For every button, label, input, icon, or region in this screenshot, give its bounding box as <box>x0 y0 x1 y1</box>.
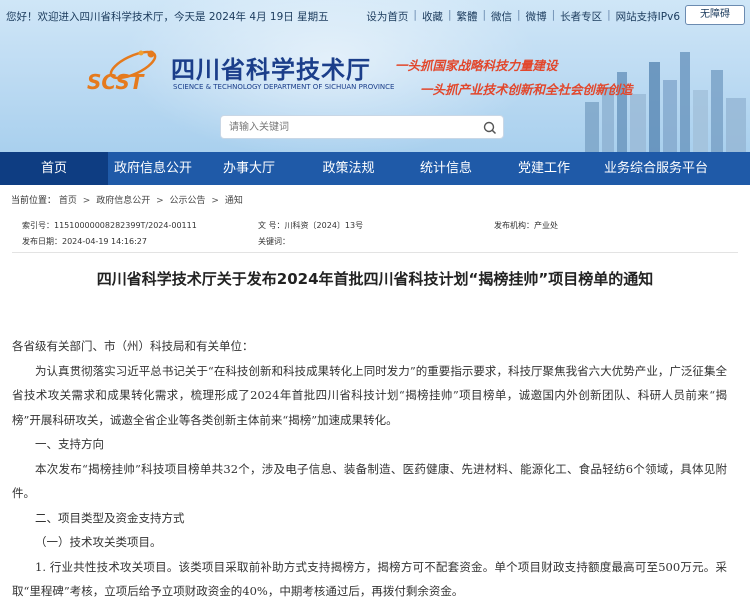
index-number-value: 11510000008282399T/2024-00111 <box>54 221 197 230</box>
set-homepage-link[interactable]: 设为首页 <box>366 9 408 24</box>
link-separator: | <box>447 9 452 21</box>
logo-abbreviation: SCST <box>87 70 145 94</box>
main-navigation: 首页 政府信息公开 办事大厅 政策法规 统计信息 党建工作 业务综合服务平台 <box>0 152 750 185</box>
breadcrumb-gov-info[interactable]: 政府信息公开 <box>96 196 150 206</box>
breadcrumb-label: 当前位置： <box>11 196 57 206</box>
document-number-label: 文 号： <box>258 221 285 230</box>
issuing-agency-label: 发布机构： <box>494 221 534 230</box>
breadcrumb-announcements[interactable]: 公示公告 <box>170 196 206 206</box>
traditional-chinese-link[interactable]: 繁體 <box>456 9 477 24</box>
nav-item-service-hall[interactable]: 办事大厅 <box>198 152 300 185</box>
nav-item-gov-info[interactable]: 政府信息公开 <box>108 152 198 185</box>
nav-item-party-building[interactable]: 党建工作 <box>495 152 593 185</box>
index-number: 索引号：11510000008282399T/2024-00111 <box>22 220 197 231</box>
publish-date: 发布日期：2024-04-19 14:16:27 <box>22 236 147 247</box>
link-separator: | <box>551 9 556 21</box>
elderly-zone-link[interactable]: 长者专区 <box>560 9 602 24</box>
link-separator: | <box>607 9 611 21</box>
breadcrumb-home[interactable]: 首页 <box>59 196 77 206</box>
document-metadata: 索引号：11510000008282399T/2024-00111 文 号：川科… <box>12 214 738 254</box>
top-bar: 您好！欢迎进入四川省科学技术厅，今天是 2024年 4月 19日 星期五 设为首… <box>0 0 750 30</box>
welcome-text: 您好！欢迎进入四川省科学技术厅，今天是 2024年 4月 19日 星期五 <box>6 11 329 23</box>
bookmark-link[interactable]: 收藏 <box>422 9 443 24</box>
search-box <box>220 115 504 139</box>
nav-item-service-platform[interactable]: 业务综合服务平台 <box>593 152 719 185</box>
breadcrumb-separator: > <box>211 196 219 206</box>
paragraph: 1. 行业共性技术攻关项目。该类项目采取前补助方式支持揭榜方，揭榜方可不配套资金… <box>12 559 727 599</box>
issuing-agency: 发布机构：产业处 <box>494 220 558 231</box>
keywords: 关键词： <box>258 236 290 247</box>
search-input[interactable] <box>229 119 469 135</box>
publish-date-label: 发布日期： <box>22 237 62 246</box>
breadcrumb-separator: > <box>156 196 164 206</box>
weibo-link[interactable]: 微博 <box>526 9 547 24</box>
ipv6-support-link[interactable]: 网站支持IPv6 <box>616 9 680 24</box>
paragraph: 为认真贯彻落实习近平总书记关于“在科技创新和科技成果转化上同时发力”的重要指示要… <box>12 363 727 427</box>
site-logo[interactable]: SCST 四川省科学技术厅 SCIENCE & TECHNOLOGY DEPAR… <box>85 45 394 101</box>
salutation: 各省级有关部门、市（州）科技局和有关单位： <box>12 339 254 353</box>
publish-date-value: 2024-04-19 14:16:27 <box>62 237 147 246</box>
article-body: 各省级有关部门、市（州）科技局和有关单位： 为认真贯彻落实习近平总书记关于“在科… <box>12 334 727 604</box>
section-heading: 二、项目类型及资金支持方式 <box>35 510 185 525</box>
slogan-line-2: 一头抓产业技术创新和全社会创新创造 <box>420 82 633 97</box>
paragraph: 本次发布“揭榜挂帅”科技项目榜单共32个，涉及电子信息、装备制造、医药健康、先进… <box>12 461 727 501</box>
document-number: 文 号：川科资〔2024〕13号 <box>258 220 363 231</box>
link-separator: | <box>413 9 417 21</box>
search-icon[interactable] <box>481 119 499 137</box>
department-name: 四川省科学技术厅 <box>171 55 371 84</box>
link-separator: | <box>482 9 487 21</box>
wechat-link[interactable]: 微信 <box>491 9 512 24</box>
accessibility-button[interactable]: 无障碍 <box>685 5 745 25</box>
scst-emblem-icon: SCST <box>87 50 157 94</box>
breadcrumb: 当前位置： 首页 > 政府信息公开 > 公示公告 > 通知 <box>11 193 243 206</box>
slogan-line-1: 一头抓国家战略科技力量建设 <box>395 58 558 73</box>
article-title: 四川省科学技术厅关于发布2024年首批四川省科技计划“揭榜挂帅”项目榜单的通知 <box>96 270 654 288</box>
keywords-label: 关键词： <box>258 237 290 246</box>
link-separator: | <box>517 9 521 21</box>
index-number-label: 索引号： <box>22 221 54 230</box>
department-english-name: SCIENCE & TECHNOLOGY DEPARTMENT OF SICHU… <box>173 83 395 91</box>
nav-item-home[interactable]: 首页 <box>0 152 108 185</box>
top-links: 设为首页 | 收藏 | 繁體 | 微信 | 微博 | 长者专区 | 网站支持IP… <box>366 9 680 24</box>
subsection-heading: （一）技术攻关类项目。 <box>35 535 162 549</box>
nav-item-statistics[interactable]: 统计信息 <box>397 152 495 185</box>
issuing-agency-value: 产业处 <box>534 221 558 230</box>
document-number-value: 川科资〔2024〕13号 <box>284 221 364 230</box>
breadcrumb-notice[interactable]: 通知 <box>225 196 243 206</box>
nav-item-policies[interactable]: 政策法规 <box>300 152 397 185</box>
metadata-divider <box>12 252 738 253</box>
site-header: 您好！欢迎进入四川省科学技术厅，今天是 2024年 4月 19日 星期五 设为首… <box>0 0 750 152</box>
breadcrumb-separator: > <box>82 196 91 206</box>
section-heading: 一、支持方向 <box>35 437 104 451</box>
